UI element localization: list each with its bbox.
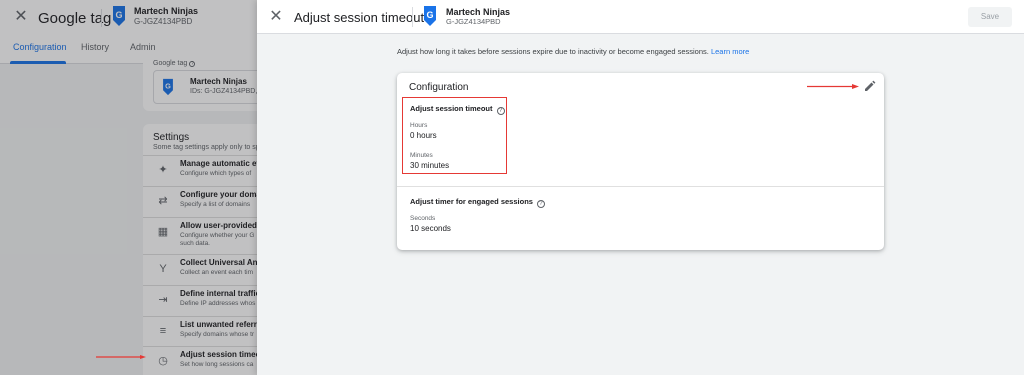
hours-label: Hours — [410, 122, 428, 129]
section-divider — [397, 186, 884, 187]
configuration-card: Configuration Adjust session timeout? Ho… — [397, 73, 884, 250]
account-id: G-JGZ4134PBD — [446, 17, 501, 26]
session-timeout-panel: ✕ Adjust session timeout G Martech Ninja… — [257, 0, 1024, 375]
close-icon[interactable]: ✕ — [267, 8, 285, 26]
seconds-label: Seconds — [410, 215, 436, 222]
session-timeout-heading: Adjust session timeout? — [410, 104, 505, 115]
annotation-arrow-icon — [807, 84, 859, 89]
modal-scrim[interactable] — [0, 0, 257, 375]
card-title: Configuration — [409, 82, 469, 93]
svg-text:G: G — [426, 10, 433, 20]
annotation-arrow-icon — [96, 355, 146, 359]
account-name: Martech Ninjas — [446, 7, 511, 17]
save-button[interactable]: Save — [968, 7, 1012, 27]
engaged-timer-heading: Adjust timer for engaged sessions? — [410, 197, 545, 208]
panel-header: ✕ Adjust session timeout G Martech Ninja… — [257, 0, 1024, 34]
seconds-value: 10 seconds — [410, 224, 451, 233]
panel-title: Adjust session timeout — [294, 10, 425, 25]
google-tag-icon: G — [424, 6, 436, 26]
edit-pencil-icon[interactable] — [864, 80, 876, 92]
help-icon[interactable]: ? — [536, 200, 545, 208]
description-text: Adjust how long it takes before sessions… — [397, 47, 709, 56]
header-divider — [412, 7, 413, 27]
help-icon[interactable]: ? — [496, 107, 505, 115]
section-title-text: Adjust timer for engaged sessions — [410, 197, 533, 206]
learn-more-link[interactable]: Learn more — [711, 47, 749, 56]
hours-value: 0 hours — [410, 131, 437, 140]
section-title-text: Adjust session timeout — [410, 104, 493, 113]
minutes-label: Minutes — [410, 152, 433, 159]
panel-description: Adjust how long it takes before sessions… — [397, 47, 749, 56]
minutes-value: 30 minutes — [410, 161, 450, 170]
